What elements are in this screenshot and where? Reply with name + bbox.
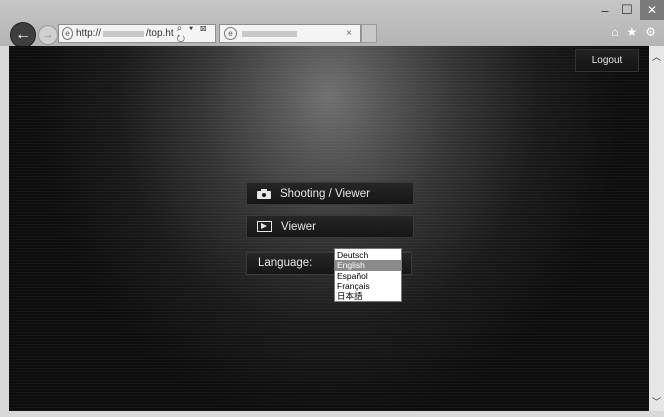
- page-viewport: Logout Shooting / Viewer Viewer Language…: [9, 46, 649, 411]
- star-icon[interactable]: ★: [626, 25, 637, 39]
- arrow-left-icon: ←: [15, 26, 31, 43]
- viewer-label: Viewer: [281, 220, 316, 233]
- redacted-host: [103, 30, 144, 37]
- home-icon[interactable]: ⌂: [611, 25, 618, 39]
- toolbar-icons: ⌂ ★ ⚙: [611, 25, 656, 39]
- address-tools[interactable]: ⌕ ▾ ⊠ ↻: [177, 23, 215, 45]
- forward-button[interactable]: →: [38, 25, 58, 45]
- tab-active[interactable]: e ×: [219, 24, 361, 43]
- language-option-english[interactable]: English: [335, 260, 401, 271]
- gear-icon[interactable]: ⚙: [645, 25, 656, 39]
- logout-button[interactable]: Logout: [575, 49, 639, 72]
- chevron-up-icon[interactable]: ︿: [649, 50, 664, 64]
- maximize-button[interactable]: ☐: [616, 0, 638, 20]
- new-tab-button[interactable]: [361, 24, 377, 43]
- close-button[interactable]: ✕: [640, 0, 664, 20]
- minimize-button[interactable]: –: [594, 0, 616, 20]
- chevron-down-icon[interactable]: ﹀: [649, 395, 664, 409]
- redacted-tab-title: [242, 30, 297, 37]
- address-prefix: http://: [75, 28, 101, 39]
- camera-icon: [257, 188, 271, 199]
- address-suffix: /top.ht: [145, 28, 174, 39]
- language-option-francais[interactable]: Français: [335, 281, 401, 291]
- ie-icon: e: [224, 27, 237, 40]
- address-bar[interactable]: e http:// /top.ht ⌕ ▾ ⊠ ↻: [58, 23, 216, 45]
- language-option-japanese[interactable]: 日本語: [335, 291, 401, 301]
- tab-close-icon[interactable]: ×: [346, 28, 352, 39]
- viewer-button[interactable]: Viewer: [246, 215, 414, 238]
- language-listbox[interactable]: Deutsch English Español Français 日本語: [334, 248, 402, 302]
- language-option-espanol[interactable]: Español: [335, 271, 401, 281]
- language-option-deutsch[interactable]: Deutsch: [335, 250, 401, 260]
- back-button[interactable]: ←: [10, 22, 36, 48]
- ie-icon: e: [62, 27, 73, 40]
- language-label: Language:: [258, 257, 313, 269]
- shooting-viewer-button[interactable]: Shooting / Viewer: [246, 182, 414, 205]
- arrow-right-icon: →: [42, 29, 54, 41]
- play-icon: [257, 221, 272, 232]
- browser-chrome: – ☐ ✕ ← → e http:// /top.ht ⌕ ▾ ⊠ ↻ e × …: [0, 0, 664, 48]
- shooting-viewer-label: Shooting / Viewer: [280, 187, 370, 200]
- vertical-scrollbar[interactable]: ︿ ﹀: [649, 46, 664, 411]
